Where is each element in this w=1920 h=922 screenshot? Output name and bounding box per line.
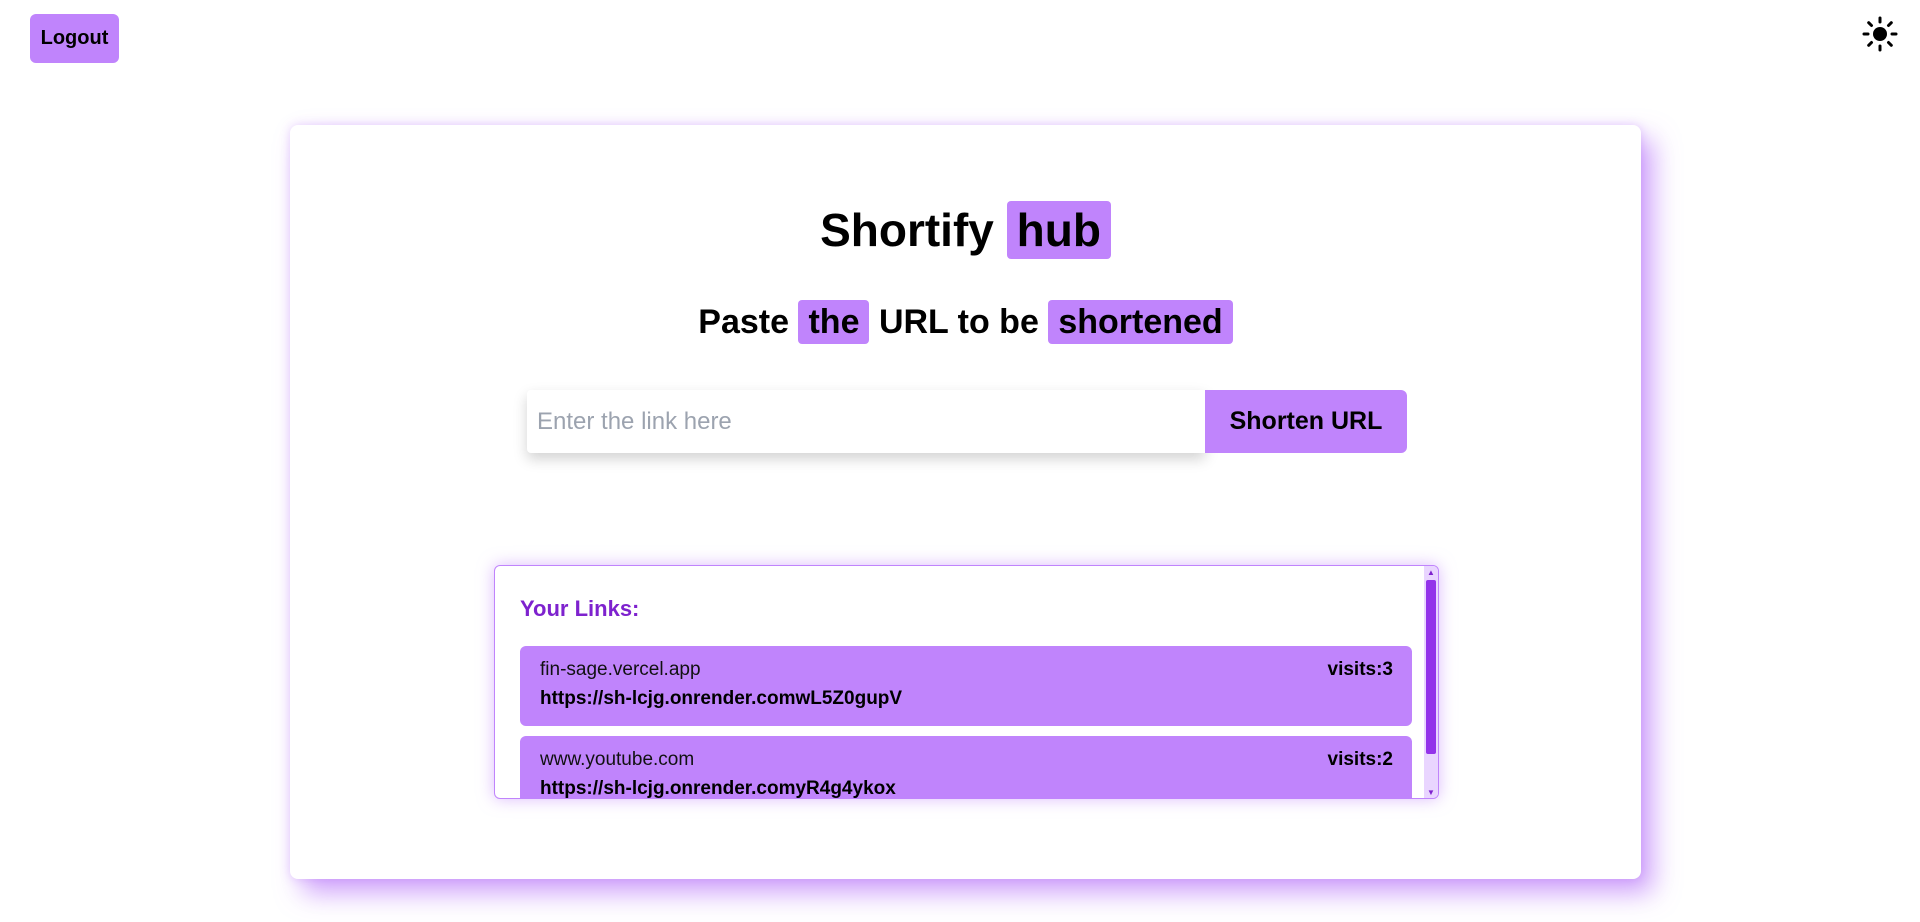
subtitle-part-1: Paste (698, 303, 790, 341)
links-scrollbar[interactable]: ▲ ▼ (1424, 566, 1438, 798)
link-short-url[interactable]: https://sh-lcjg.onrender.comyR4g4ykox (540, 776, 1393, 798)
link-original-url: fin-sage.vercel.app (540, 659, 701, 680)
links-list: Your Links: fin-sage.vercel.app visits:3… (495, 566, 1424, 798)
scroll-thumb[interactable] (1426, 580, 1436, 754)
subtitle-part-3: URL to be (878, 303, 1039, 341)
scroll-down-arrow-icon[interactable]: ▼ (1424, 786, 1438, 798)
shorten-form: Shorten URL (527, 390, 1407, 453)
scroll-up-arrow-icon[interactable]: ▲ (1424, 566, 1438, 578)
main-card: Shortify hub Paste the URL to be shorten… (290, 125, 1641, 879)
title-prefix: Shortify (820, 204, 994, 256)
page-subtitle: Paste the URL to be shortened (290, 300, 1641, 344)
theme-toggle-button[interactable] (1860, 14, 1900, 54)
links-heading: Your Links: (520, 596, 640, 621)
shorten-url-button[interactable]: Shorten URL (1205, 390, 1407, 453)
url-input[interactable] (527, 390, 1205, 453)
subtitle-highlight-2: shortened (1048, 300, 1233, 344)
subtitle-highlight-1: the (798, 300, 870, 344)
logout-button[interactable]: Logout (30, 14, 119, 63)
title-highlight: hub (1006, 201, 1111, 259)
link-visits: visits:2 (1327, 749, 1393, 770)
sun-icon (1862, 16, 1898, 52)
link-visits: visits:3 (1327, 659, 1393, 680)
link-item: www.youtube.com visits:2 https://sh-lcjg… (520, 736, 1412, 798)
link-short-url[interactable]: https://sh-lcjg.onrender.comwL5Z0gupV (540, 686, 1393, 712)
link-item: fin-sage.vercel.app visits:3 https://sh-… (520, 646, 1412, 726)
link-original-url: www.youtube.com (540, 749, 695, 770)
page-title: Shortify hub (290, 201, 1641, 259)
links-panel: Your Links: fin-sage.vercel.app visits:3… (494, 565, 1439, 799)
